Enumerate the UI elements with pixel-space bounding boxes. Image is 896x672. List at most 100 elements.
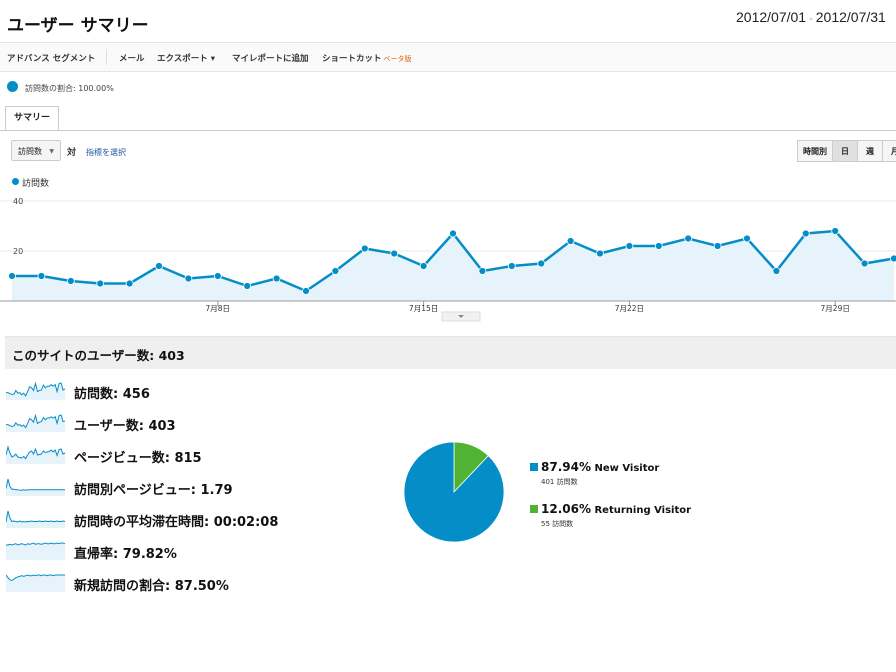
legend-name: Returning Visitor [590,505,692,516]
summary-title: このサイトのユーザー数: 403 [12,348,185,363]
export-button[interactable]: エクスポート ▾ [157,52,215,64]
stat-label[interactable]: 直帰率: 79.82% [74,543,177,562]
sparkline [6,542,66,560]
sparkline-area [6,511,65,528]
sparkline-area [6,575,65,592]
data-point [772,267,781,275]
data-point [566,237,575,245]
shortcut-label: ショートカット [322,54,382,64]
shortcut-button[interactable]: ショートカット ベータ版 [322,52,412,64]
data-point [801,229,810,238]
legend-count: 55 訪問数 [541,520,574,528]
data-point [272,274,281,283]
legend-entry: 12.06% Returning Visitor [541,502,691,516]
legend-entry: 87.94% New Visitor [541,460,659,474]
visits-over-time-chart: 40 20 7月8日 7月15日 7月22日 7月29日 [0,197,896,322]
pie-slice-new-visitor [403,441,505,543]
data-point [37,272,46,280]
sparkline [6,381,66,400]
vs-label: 対 [67,148,77,158]
data-point [331,267,340,275]
data-point [743,234,751,243]
sparkline [6,574,65,592]
add-to-dashboard-button[interactable]: マイレポートに追加 [232,52,309,64]
stat-label[interactable]: ページビュー数: 815 [74,447,202,466]
data-point [125,279,134,288]
data-point [654,242,663,250]
metric-dropdown[interactable]: 訪問数 ▼ [11,140,61,161]
data-point [625,242,634,250]
date-range-picker[interactable]: 2012/07/01-2012/07/31 [736,9,886,25]
sparkline [6,445,66,464]
stat-label[interactable]: ユーザー数: 403 [74,415,176,434]
visitor-type-pie [403,441,505,543]
x-tick-label: 7月15日 [409,304,438,313]
x-tick-label: 7月29日 [821,304,850,313]
data-point [860,259,869,268]
segment-label: 訪問数の割合: 100.00% [25,84,114,93]
data-point [243,282,252,290]
legend-swatch [530,463,538,471]
chevron-down-icon: ▼ [49,148,54,155]
sparkline [6,413,66,432]
data-point [66,277,75,285]
toolbar-divider [106,49,107,65]
tab-summary[interactable]: サマリー [5,106,59,131]
data-point [537,259,546,268]
chart-resize-handle[interactable] [441,311,481,322]
data-point [360,244,369,253]
data-point [8,272,16,280]
data-point [213,272,222,280]
email-button[interactable]: メール [119,52,145,64]
data-point [302,287,310,295]
sparkline-line [6,478,65,491]
data-point [390,249,399,258]
date-end: 2012/07/31 [815,9,886,25]
metric-dropdown-value: 訪問数 [18,147,42,156]
select-metric-link[interactable]: 指標を選択 [86,147,126,158]
series-area [12,231,894,301]
granularity-week-button[interactable]: 週 [857,140,883,162]
data-point [96,279,105,288]
sparkline-area [6,479,65,496]
data-point [184,274,193,283]
sparkline [6,510,66,528]
x-tick-label: 7月22日 [615,304,644,313]
data-point [596,249,604,258]
legend-count: 401 訪問数 [541,478,578,486]
sparkline-area [6,543,65,560]
tab-divider [0,130,896,131]
stat-label[interactable]: 訪問数: 456 [74,383,150,402]
data-point [684,234,693,243]
granularity-hourly-button[interactable]: 時間別 [797,140,833,162]
data-point [449,229,457,238]
beta-badge: ベータ版 [383,55,412,63]
data-point [890,254,896,263]
y-tick-label: 20 [13,247,23,256]
stat-label[interactable]: 訪問時の平均滞在時間: 00:02:08 [74,511,278,530]
legend-name: New Visitor [590,463,660,474]
legend-swatch [530,505,538,513]
stat-label[interactable]: 訪問別ページビュー: 1.79 [74,479,233,498]
date-start: 2012/07/01 [736,9,807,25]
legend-label: 訪問数 [22,179,50,189]
segment-pie-icon [7,81,18,92]
y-tick-label: 40 [13,197,23,206]
page-title: ユーザー サマリー [7,16,149,36]
sparkline [6,478,65,496]
granularity-day-button[interactable]: 日 [832,140,858,162]
stat-label[interactable]: 新規訪問の割合: 87.50% [74,575,229,594]
data-point [478,267,487,275]
legend-dot-icon [12,178,19,185]
granularity-month-button[interactable]: 月 [882,140,896,162]
report-toolbar: アドバンス セグメント メール エクスポート ▾ マイレポートに追加 ショートカ… [0,42,896,72]
legend-percent: 12.06% [541,502,591,516]
sparkline-line [6,510,66,523]
advanced-segment-button[interactable]: アドバンス セグメント [7,52,95,64]
legend-percent: 87.94% [541,460,591,474]
data-point [419,262,428,270]
data-point [155,262,163,270]
date-separator: - [809,13,813,25]
x-tick-label: 7月8日 [206,304,231,313]
data-point [831,227,840,235]
